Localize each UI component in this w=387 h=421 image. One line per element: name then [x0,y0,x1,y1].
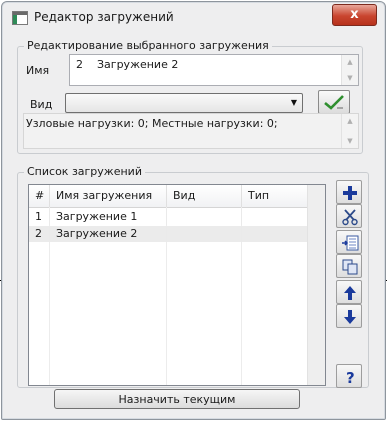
window-title: Редактор загружений [34,10,174,24]
insert-button[interactable] [336,230,362,254]
row-type [242,226,308,242]
svg-text:?: ? [346,369,355,386]
table-header: # Имя загружения Вид Тип [29,185,308,208]
cut-button[interactable] [336,204,362,228]
col-type[interactable]: Тип [242,185,308,207]
loads-table[interactable]: # Имя загружения Вид Тип 1 Загружение 1 … [28,184,326,386]
row-name: Загружение 2 [50,226,167,242]
move-up-button[interactable] [336,280,362,304]
help-icon: ? [346,369,355,386]
info-text: Узловые нагрузки: 0; Местные нагрузки: 0… [26,117,278,130]
move-up-icon [344,286,356,300]
scroll-down-icon[interactable]: ▼ [342,134,358,148]
col-kind[interactable]: Вид [167,185,242,207]
col-number[interactable]: # [29,185,50,207]
row-type [242,209,308,225]
help-button[interactable]: ? [336,364,362,388]
title-bar[interactable]: Редактор загружений x [2,2,385,31]
info-field: Узловые нагрузки: 0; Местные нагрузки: 0… [23,113,359,149]
name-scrollbar[interactable]: ▲ ▼ [341,55,358,85]
kind-select[interactable]: ▼ [65,93,303,113]
list-group: Список загружений # Имя загружения Вид Т… [17,165,369,388]
name-value: Загружение 2 [97,58,179,71]
edit-group: Редактирование выбранного загружения Имя… [17,39,363,154]
col-name[interactable]: Имя загружения [50,185,167,207]
chevron-down-icon: ▼ [290,98,297,107]
edit-group-legend: Редактирование выбранного загружения [24,39,272,52]
table-row-selected[interactable]: 2 Загружение 2 [29,226,308,242]
checkmark-icon [324,95,344,110]
row-kind [167,226,242,242]
add-icon [343,186,357,200]
row-kind [167,209,242,225]
list-group-legend: Список загружений [24,165,145,178]
table-scrollbar[interactable] [307,185,325,385]
assign-current-button[interactable]: Назначить текущим [54,389,300,409]
app-icon [12,11,28,25]
name-field[interactable]: 2 Загружение 2 ▲ ▼ [69,54,359,86]
copy-icon [342,259,358,275]
copy-button[interactable] [336,254,362,278]
row-number: 2 [29,226,50,242]
scroll-up-icon[interactable]: ▲ [342,114,358,128]
info-scrollbar[interactable]: ▲ ▼ [341,114,358,148]
table-row[interactable]: 1 Загружение 1 [29,209,308,225]
kind-label: Вид [30,98,53,111]
insert-icon [342,235,359,251]
load-number: 2 [76,58,83,71]
row-name: Загружение 1 [50,209,167,225]
row-number: 1 [29,209,50,225]
apply-button[interactable] [318,90,350,114]
cut-icon [342,209,358,226]
move-down-icon [344,310,356,324]
name-label: Имя [26,64,50,77]
scroll-down-icon[interactable]: ▼ [342,71,358,85]
close-button[interactable]: x [332,4,377,26]
dialog-window: Редактор загружений x Редактирование выб… [1,1,386,420]
move-down-button[interactable] [336,304,362,328]
add-button[interactable] [336,180,362,204]
scroll-up-icon[interactable]: ▲ [342,55,358,69]
